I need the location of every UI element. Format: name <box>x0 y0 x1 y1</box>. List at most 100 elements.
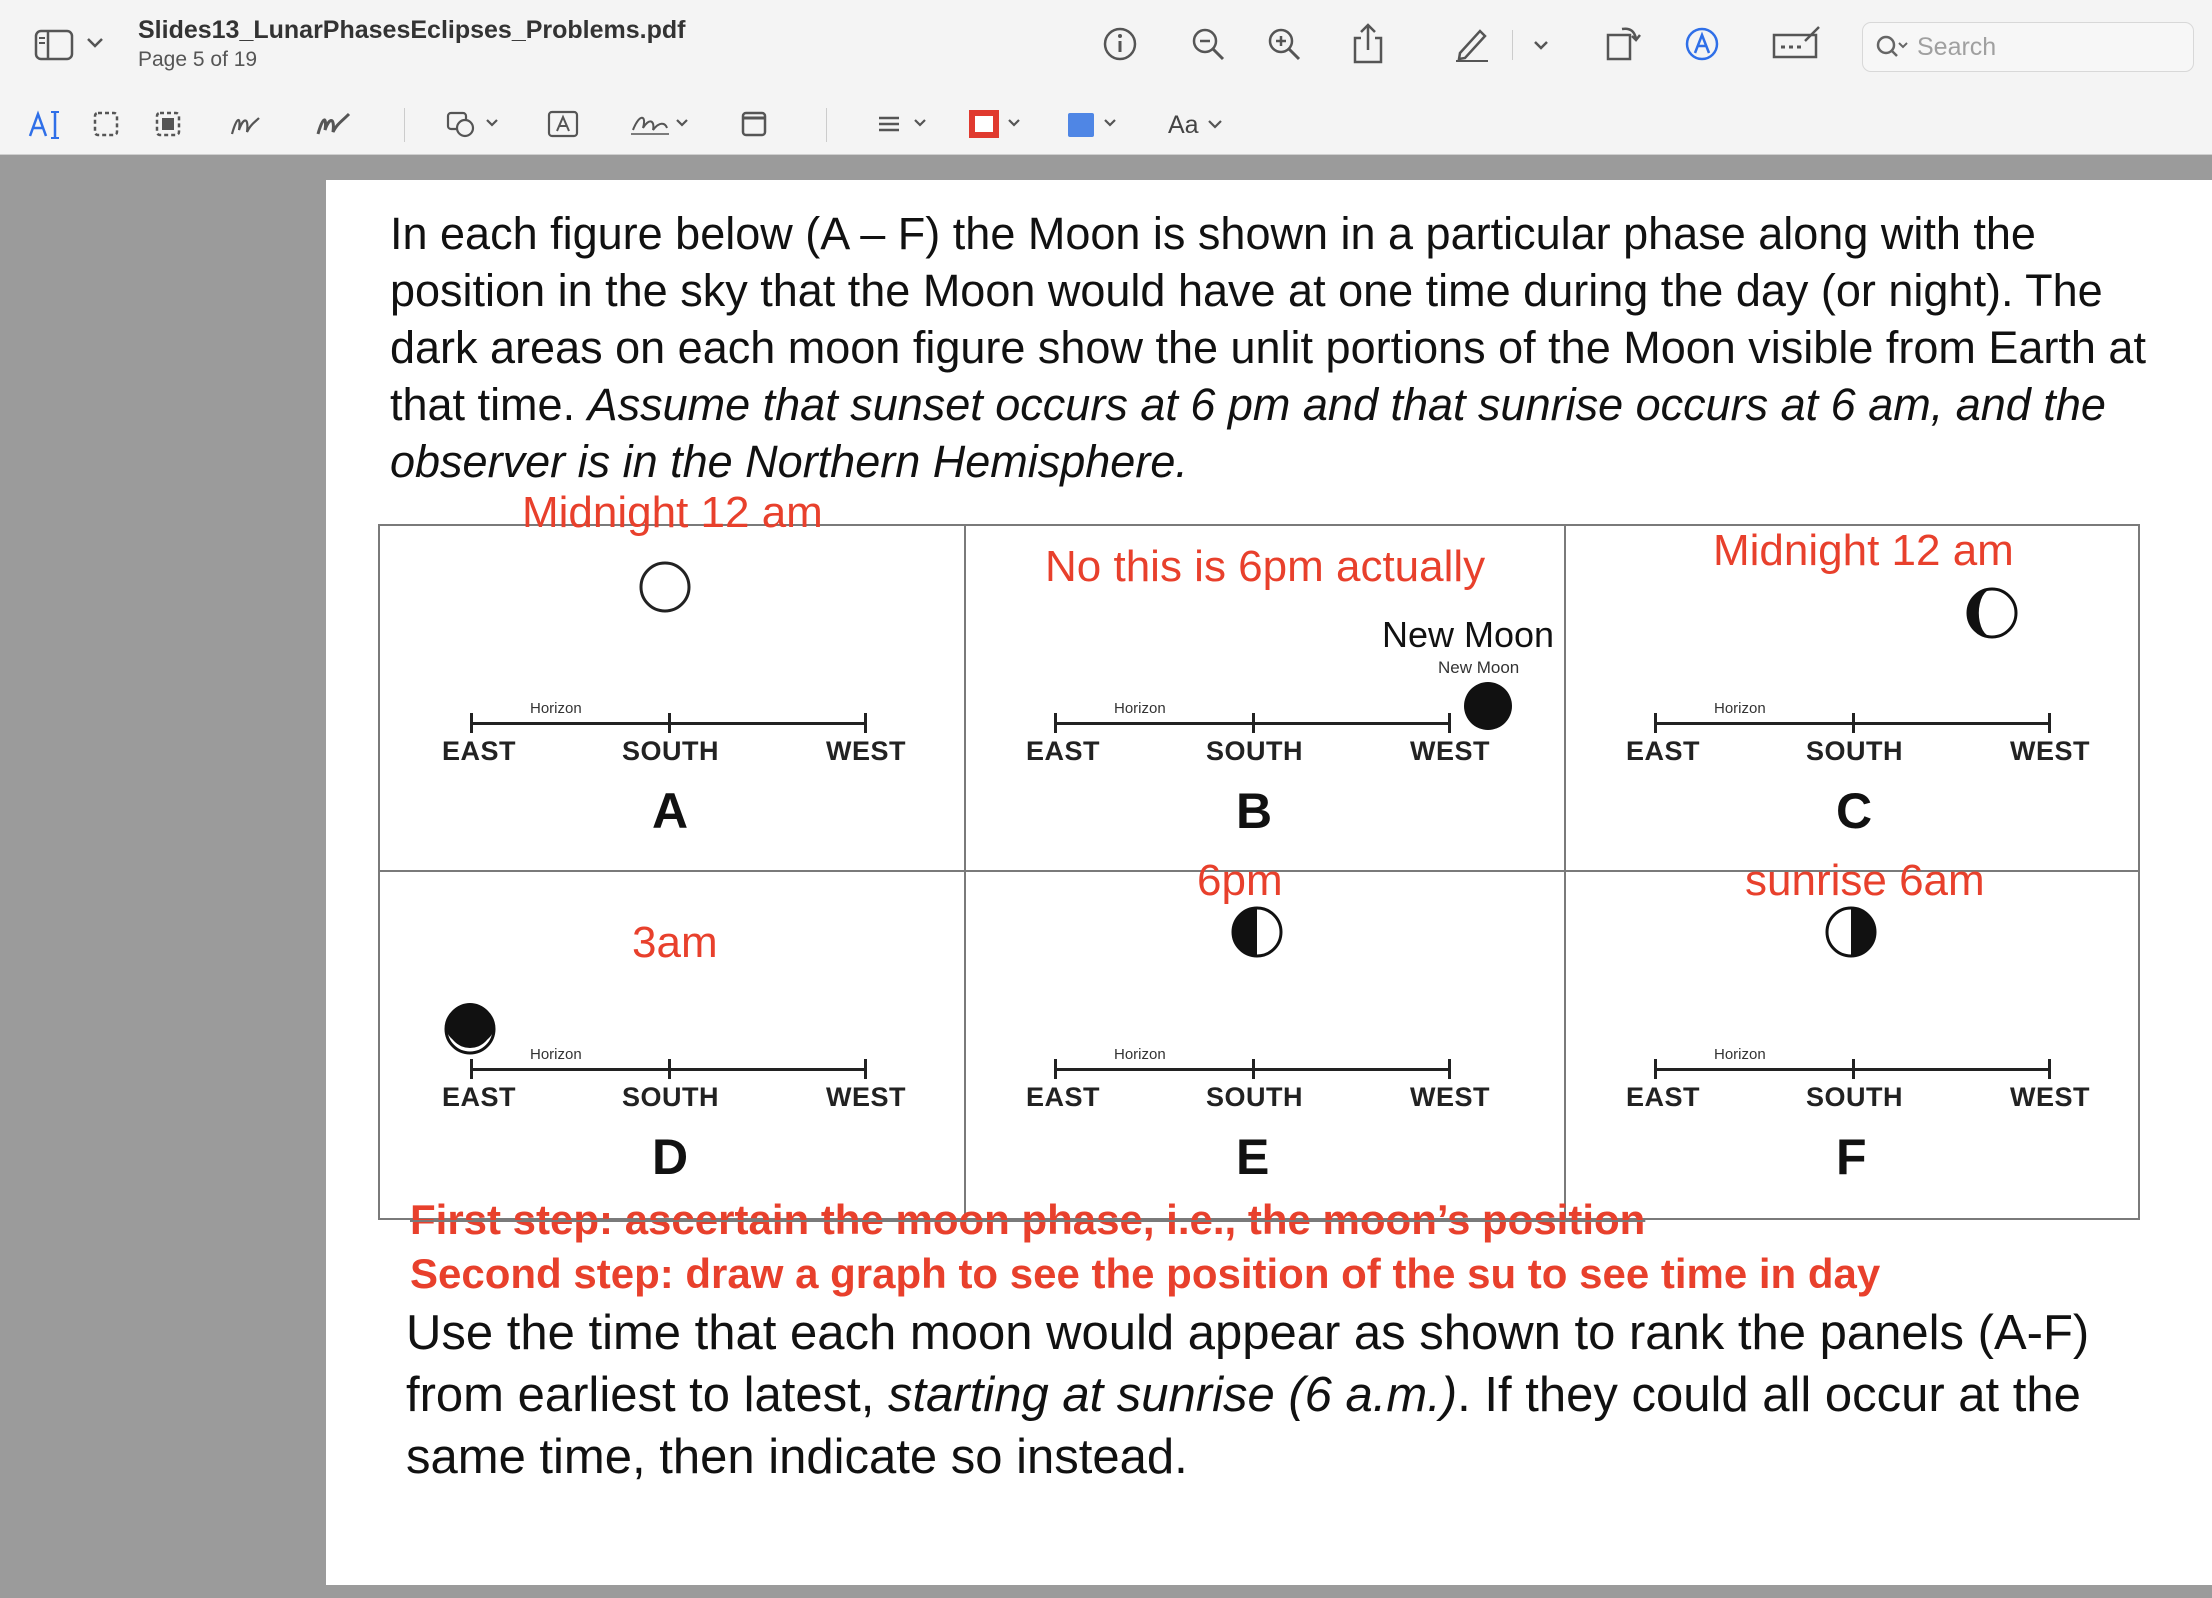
moon-full-icon <box>639 561 691 613</box>
horizon-label: Horizon <box>530 700 582 717</box>
direction-south: SOUTH <box>622 736 719 766</box>
sidebar-icon[interactable] <box>32 26 76 64</box>
markup-toolbar: Aa <box>0 96 2212 155</box>
panel-letter-b: B <box>1236 783 1273 839</box>
zoom-in-icon[interactable] <box>1264 24 1304 64</box>
direction-west: WEST <box>826 736 906 766</box>
horizon-tick <box>2048 1059 2051 1079</box>
annotation-b-new-moon: New Moon <box>1382 614 1555 655</box>
annotation-f: sunrise 6am <box>1745 856 1985 905</box>
page-indicator: Page 5 of 19 <box>138 48 258 71</box>
horizon-tick <box>1448 1059 1451 1079</box>
direction-east: EAST <box>1626 736 1701 766</box>
annotation-a: Midnight 12 am <box>522 488 823 537</box>
toolbar-divider <box>826 108 827 142</box>
horizon-tick <box>1852 713 1855 733</box>
horizon-label: Horizon <box>1714 1046 1766 1063</box>
horizon-tick <box>1054 713 1057 733</box>
direction-south: SOUTH <box>622 1082 719 1112</box>
intro-paragraph: In each figure below (A – F) the Moon is… <box>390 205 2150 490</box>
horizon-tick <box>1654 1059 1657 1079</box>
text-style-label: Aa <box>1168 110 1199 139</box>
grid-divider <box>964 526 966 1218</box>
rect-select-icon[interactable] <box>90 108 122 140</box>
draw-icon[interactable] <box>314 108 354 140</box>
horizon-tick <box>470 1059 473 1079</box>
horizon-label: Horizon <box>1714 700 1766 717</box>
intro-assumption-text: Assume that sunset occurs at 6 pm and th… <box>390 379 2106 487</box>
redact-icon[interactable] <box>152 108 184 140</box>
direction-west: WEST <box>2010 736 2090 766</box>
direction-east: EAST <box>1026 736 1101 766</box>
horizon-tick <box>668 713 671 733</box>
annotation-c: Midnight 12 am <box>1713 526 2014 575</box>
horizon-tick <box>470 713 473 733</box>
horizon-label: Horizon <box>1114 1046 1166 1063</box>
horizon-tick <box>864 1059 867 1079</box>
panel-letter-f: F <box>1836 1129 1867 1185</box>
zoom-out-icon[interactable] <box>1188 24 1228 64</box>
annotation-b: No this is 6pm actually <box>1045 542 1486 591</box>
lines-icon[interactable] <box>874 108 934 140</box>
horizon-tick <box>1852 1059 1855 1079</box>
info-icon[interactable] <box>1100 24 1140 64</box>
markup-circle-icon[interactable] <box>1682 24 1722 64</box>
search-placeholder: Search <box>1917 32 1997 61</box>
horizon-tick <box>2048 713 2051 733</box>
search-field[interactable]: Search <box>1862 22 2194 72</box>
rotate-icon[interactable] <box>1600 22 1644 64</box>
search-icon <box>1875 32 1909 62</box>
moon-new-icon <box>1464 682 1512 730</box>
grid-divider <box>1564 526 1566 1218</box>
direction-east: EAST <box>1626 1082 1701 1112</box>
sign-icon[interactable] <box>628 108 694 140</box>
panel-letter-d: D <box>652 1129 689 1185</box>
direction-south: SOUTH <box>1206 1082 1303 1112</box>
direction-west: WEST <box>2010 1082 2090 1112</box>
step-two-note: Second step: draw a graph to see the pos… <box>410 1250 1881 1297</box>
signature-box-icon[interactable] <box>1770 22 1824 64</box>
direction-east: EAST <box>1026 1082 1101 1112</box>
document-title: Slides13_LunarPhasesEclipses_Problems.pd… <box>138 16 686 44</box>
horizon-tick <box>1054 1059 1057 1079</box>
text-style-button[interactable]: Aa <box>1168 110 1223 140</box>
share-icon[interactable] <box>1348 20 1388 66</box>
direction-east: EAST <box>442 1082 517 1112</box>
direction-west: WEST <box>1410 736 1490 766</box>
moon-waxing-gibbous-icon <box>1966 587 2018 639</box>
horizon-tick <box>1252 713 1255 733</box>
horizon-label: Horizon <box>530 1046 582 1063</box>
horizon-tick <box>864 713 867 733</box>
border-color-icon[interactable] <box>968 108 1030 140</box>
toolbar-divider <box>404 108 405 142</box>
chevron-down-icon <box>1207 116 1223 134</box>
markup-pen-icon[interactable] <box>1450 22 1494 64</box>
chevron-down-icon[interactable] <box>84 32 106 54</box>
horizon-label: Horizon <box>1114 700 1166 717</box>
panel-letter-e: E <box>1236 1129 1270 1185</box>
horizon-tick <box>1654 713 1657 733</box>
text-box-icon[interactable] <box>546 108 580 140</box>
fill-color-icon[interactable] <box>1064 108 1126 140</box>
direction-east: EAST <box>442 736 517 766</box>
horizon-tick <box>1448 713 1451 733</box>
sketch-icon[interactable] <box>228 108 264 140</box>
toolbar-divider <box>1512 30 1513 60</box>
annotation-d: 3am <box>632 918 718 967</box>
chevron-down-icon[interactable] <box>1530 34 1552 56</box>
moon-first-quarter-icon <box>1231 906 1283 958</box>
horizon-tick <box>1252 1059 1255 1079</box>
note-icon[interactable] <box>738 108 770 140</box>
panel-letter-a: A <box>652 783 689 839</box>
direction-south: SOUTH <box>1806 1082 1903 1112</box>
text-select-icon[interactable] <box>26 106 64 144</box>
question-paragraph: Use the time that each moon would appear… <box>406 1302 2146 1488</box>
moon-waning-crescent-icon <box>444 1003 496 1055</box>
shapes-icon[interactable] <box>444 108 504 140</box>
horizon-tick <box>668 1059 671 1079</box>
moon-last-quarter-icon <box>1825 906 1877 958</box>
direction-south: SOUTH <box>1806 736 1903 766</box>
annotation-e: 6pm <box>1197 856 1283 905</box>
panel-letter-c: C <box>1836 783 1873 839</box>
direction-west: WEST <box>826 1082 906 1112</box>
